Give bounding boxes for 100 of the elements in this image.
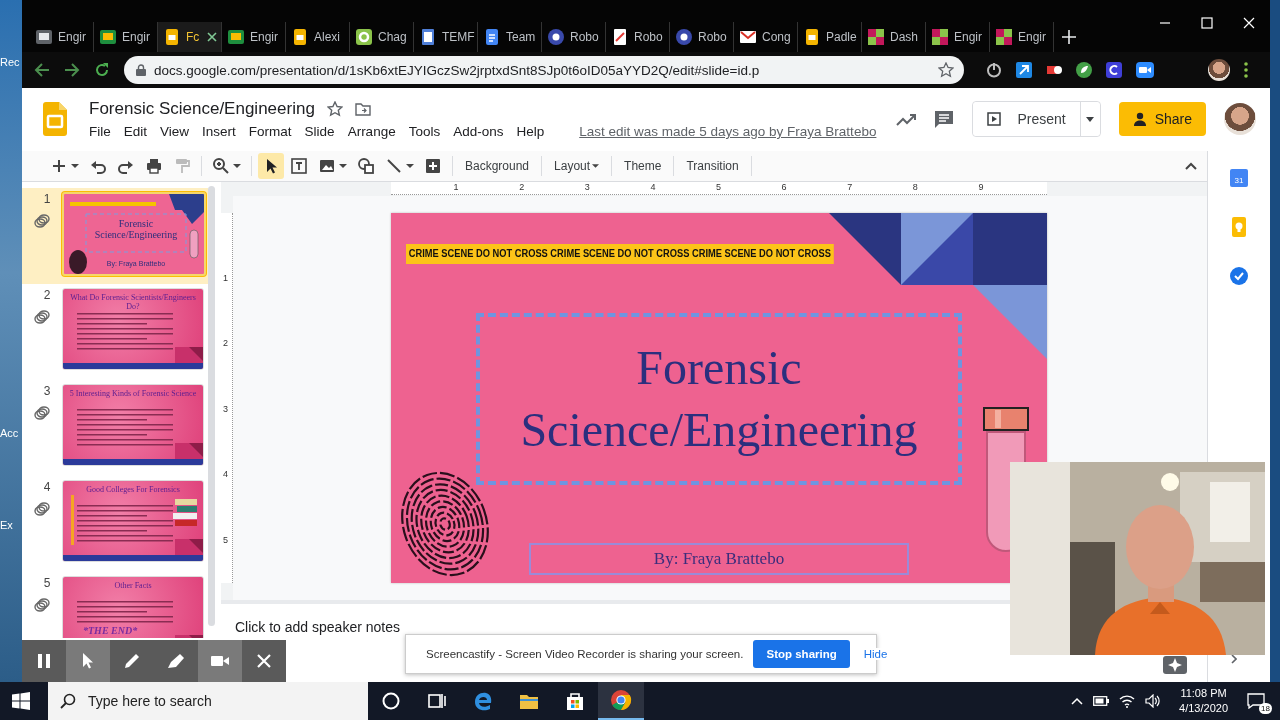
ruler-number: 7	[847, 182, 853, 192]
ruler-number: 2	[519, 182, 525, 192]
circle-icon	[380, 690, 402, 712]
slide-list-item[interactable]: 2 What Do Forensic Scientists/Engineers Do?	[22, 284, 208, 380]
ring-icon[interactable]	[1106, 62, 1124, 78]
share-button[interactable]: Share	[1118, 102, 1206, 136]
slide-number: 1	[43, 192, 51, 206]
wifi-icon[interactable]	[1119, 694, 1136, 708]
recorder-tool-button[interactable]	[110, 640, 154, 682]
recorder-tool-button[interactable]	[242, 640, 286, 682]
slide-thumbnail[interactable]: Good Colleges For Forensics	[62, 480, 204, 562]
line-icon	[385, 157, 403, 175]
slide-footer-text: *THE END*	[83, 625, 138, 636]
speaker-notes-placeholder[interactable]: Click to add speaker notes	[235, 619, 400, 635]
menu-item[interactable]: Slide	[304, 124, 335, 139]
avatar[interactable]	[1208, 59, 1230, 81]
menu-item[interactable]: Edit	[123, 124, 148, 139]
ruler-number: 5	[716, 182, 721, 192]
avatar[interactable]	[1224, 103, 1256, 135]
toolbar-button[interactable]	[258, 153, 284, 179]
toolbar-button[interactable]: Transition	[680, 153, 745, 179]
back-icon[interactable]	[34, 62, 50, 78]
slide-number: 5	[43, 576, 51, 590]
page-icon	[420, 29, 436, 45]
zoom-icon	[212, 157, 230, 175]
power-icon[interactable]	[986, 62, 1004, 78]
text-box-icon	[290, 157, 308, 175]
pencil-drawing	[71, 495, 74, 545]
slide-number: 2	[43, 288, 51, 302]
address-field[interactable]: docs.google.com/presentation/d/1sKb6xtEJYIGczSw2jrptxdSnt8SJp0t6oID05aYYD2Q/edit#slide=id.p	[124, 56, 964, 84]
ruler-number: 4	[223, 469, 228, 480]
collapse-icon[interactable]	[1185, 162, 1197, 170]
battery-icon[interactable]	[1093, 696, 1110, 706]
browser-tab[interactable]: Fc	[158, 22, 222, 52]
ruler-number: 6	[781, 182, 787, 192]
sparkle-icon	[1168, 658, 1182, 672]
clock-date[interactable]: 4/13/2020	[1179, 701, 1228, 716]
recorder-tool-button[interactable]	[154, 640, 198, 682]
menu-item[interactable]: File	[89, 124, 111, 139]
slide-list-item[interactable]: 3 5 Interesting Kinds of Forensic Science	[22, 380, 208, 476]
leaf-icon[interactable]	[1076, 62, 1094, 78]
windows-logo-icon[interactable]	[12, 692, 30, 710]
board-icon	[100, 29, 116, 45]
slide-thumbnail[interactable]: Other Facts *THE END*	[62, 576, 204, 638]
folder-icon[interactable]	[354, 102, 371, 116]
video-camera-icon[interactable]	[1136, 62, 1154, 78]
slide-thumbnail[interactable]: What Do Forensic Scientists/Engineers Do?	[62, 288, 204, 370]
shapes-icon	[357, 157, 375, 175]
close-icon[interactable]	[207, 32, 218, 42]
menu-item[interactable]: Format	[248, 124, 292, 139]
recorder-tool-button[interactable]	[198, 640, 242, 682]
explore-button[interactable]	[1163, 656, 1187, 674]
reload-icon[interactable]	[94, 62, 110, 78]
animation-icon	[34, 310, 50, 324]
person-icon	[1132, 112, 1147, 126]
menu-item[interactable]: Help	[516, 124, 545, 139]
paint-roller-icon	[173, 157, 191, 175]
comment-icon[interactable]	[934, 110, 955, 128]
more-icon[interactable]	[1244, 62, 1248, 78]
chevron-right-icon[interactable]	[1231, 654, 1237, 664]
toolbar-button[interactable]: Layout	[548, 153, 606, 179]
star-icon[interactable]	[938, 62, 954, 78]
last-edit-link[interactable]: Last edit was made 5 days ago by Fraya Brattebo	[579, 124, 877, 139]
menu-item[interactable]: Tools	[408, 124, 441, 139]
recorder-tool-button[interactable]	[66, 640, 110, 682]
forward-icon[interactable]	[64, 62, 80, 78]
slide-title: Other Facts	[113, 581, 153, 590]
slide-page-icon	[292, 29, 308, 45]
desktop-icon-label: Acc	[0, 427, 19, 439]
animation-icon	[34, 214, 50, 228]
menu-item[interactable]: Arrange	[347, 124, 396, 139]
clock-time[interactable]: 11:08 PM	[1180, 686, 1227, 701]
ruler-number: 1	[453, 182, 459, 192]
checkmark-icon[interactable]	[1230, 267, 1248, 285]
search-field[interactable]: Type here to search	[48, 682, 368, 720]
stop-sharing-button[interactable]: Stop sharing	[753, 640, 850, 668]
menu-item[interactable]: Add-ons	[453, 124, 504, 139]
slide-list-item[interactable]: 4 Good Colleges For Forensics	[22, 476, 208, 572]
chevron-up-icon[interactable]	[1071, 697, 1084, 705]
slide-list-item[interactable]: 5 Other Facts *THE END*	[22, 572, 208, 638]
toolbar-button[interactable]: Theme	[618, 153, 668, 179]
star-icon[interactable]	[326, 101, 343, 117]
taskbar-app[interactable]	[598, 682, 644, 720]
desktop-icon-label: Ex	[0, 519, 13, 531]
speaker-icon[interactable]	[1145, 694, 1162, 708]
toolbar-button[interactable]: Background	[459, 153, 536, 179]
calendar-button[interactable]: 31	[1230, 169, 1248, 187]
menu-item[interactable]: View	[160, 124, 190, 139]
search-icon	[60, 693, 76, 709]
notification-count-badge: 18	[1259, 703, 1272, 714]
document-title[interactable]: Forensic Science/Engineering	[89, 99, 315, 119]
menu-item[interactable]: Insert	[202, 124, 236, 139]
pen-icon	[122, 651, 142, 671]
trend-icon[interactable]	[896, 112, 917, 126]
new-tab-icon[interactable]	[1062, 30, 1076, 44]
recorder-tool-button[interactable]	[22, 640, 66, 682]
slide-canvas[interactable]: CRIME SCENE DO NOT CROSS CRIME SCENE DO NOT CROSS CRIME SCENE DO NOT CROSS Forensic Science/Engineering By: Fraya Brattebo	[391, 213, 1047, 583]
present-menu-button[interactable]	[1079, 102, 1100, 136]
scrollbar[interactable]	[208, 186, 215, 626]
slide-title: Good Colleges For Forensics	[85, 485, 181, 494]
